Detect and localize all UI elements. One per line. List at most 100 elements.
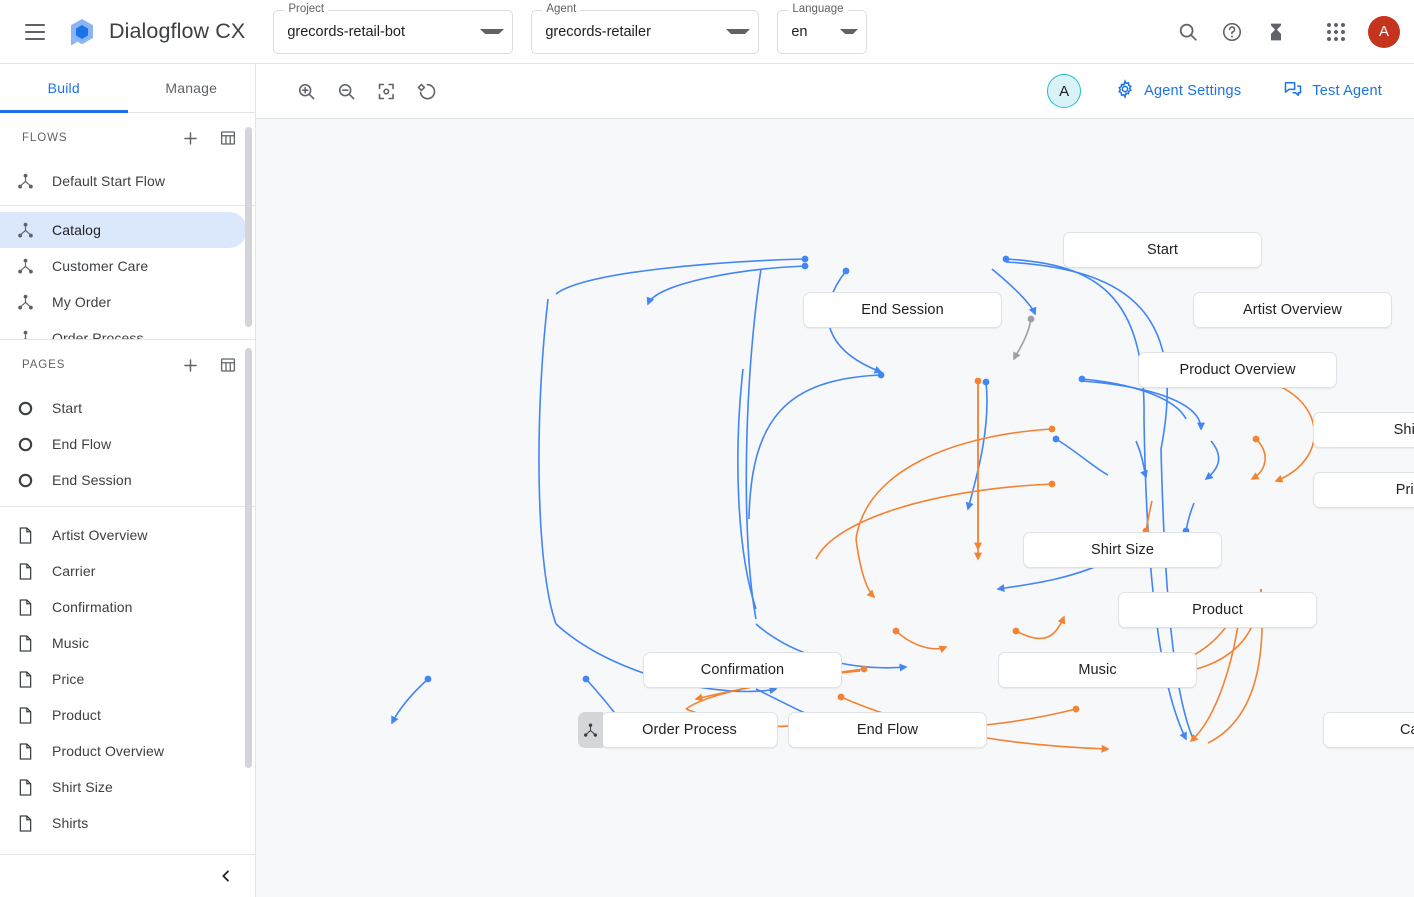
sidebar-page-start[interactable]: Start bbox=[0, 390, 247, 426]
agent-value: grecords-retailer bbox=[545, 24, 651, 40]
flows-scrollbar[interactable] bbox=[245, 127, 252, 327]
language-selector[interactable]: Language en bbox=[777, 10, 867, 54]
sidebar-flow-label: Customer Care bbox=[52, 258, 148, 274]
sidebar-page-label: Shirts bbox=[52, 815, 88, 831]
page-icon bbox=[14, 668, 36, 690]
sidebar-page-carrier[interactable]: Carrier bbox=[0, 553, 247, 589]
test-agent-button[interactable]: Test Agent bbox=[1275, 73, 1390, 109]
search-icon[interactable] bbox=[1166, 10, 1210, 54]
chevron-left-icon[interactable] bbox=[213, 863, 239, 889]
graph-node-label: Start bbox=[1147, 242, 1178, 258]
sidebar-page-label: End Flow bbox=[52, 436, 111, 452]
agent-avatar[interactable]: A bbox=[1047, 74, 1081, 108]
hamburger-menu-icon[interactable] bbox=[18, 15, 52, 49]
language-label: Language bbox=[788, 3, 847, 15]
sidebar-flow-label: Order Process bbox=[52, 330, 144, 340]
header-actions: A bbox=[1166, 10, 1400, 54]
sidebar-page-product[interactable]: Product bbox=[0, 697, 247, 733]
graph-node-carrier[interactable]: Carrier bbox=[1323, 712, 1414, 748]
sidebar-page-label: Price bbox=[52, 671, 84, 687]
sidebar-page-end-flow[interactable]: End Flow bbox=[0, 426, 247, 462]
graph-node-label: Confirmation bbox=[701, 662, 784, 678]
chat-icon bbox=[1283, 79, 1303, 103]
flow-icon bbox=[14, 327, 36, 340]
flows-table-view-icon[interactable] bbox=[215, 125, 241, 151]
canvas-toolbar: A Agent Settings bbox=[256, 64, 1414, 119]
sidebar-page-confirmation[interactable]: Confirmation bbox=[0, 589, 247, 625]
project-selector[interactable]: Project grecords-retail-bot bbox=[273, 10, 513, 54]
graph-node-product-overview[interactable]: Product Overview bbox=[1138, 352, 1337, 388]
flows-panel: FLOWS bbox=[0, 113, 255, 340]
graph-node-label: End Session bbox=[861, 302, 944, 318]
page-icon bbox=[14, 812, 36, 834]
dialogflow-logo-icon bbox=[66, 16, 98, 48]
main-area: A Agent Settings bbox=[256, 64, 1414, 897]
graph-node-label: Shirts bbox=[1394, 422, 1414, 438]
flows-section-title: FLOWS bbox=[22, 132, 67, 144]
pages-table-view-icon[interactable] bbox=[215, 352, 241, 378]
top-header: Dialogflow CX Project grecords-retail-bo… bbox=[0, 0, 1414, 64]
graph-node-shirts[interactable]: Shirts bbox=[1313, 412, 1414, 448]
graph-node-end-session[interactable]: End Session bbox=[803, 292, 1002, 328]
flow-icon bbox=[14, 255, 36, 277]
apps-grid-icon[interactable] bbox=[1314, 10, 1358, 54]
sidebar-flow-order-process[interactable]: Order Process bbox=[0, 320, 247, 340]
body: Build Manage FLOWS bbox=[0, 64, 1414, 897]
sidebar-page-product-overview[interactable]: Product Overview bbox=[0, 733, 247, 769]
zoom-in-icon[interactable] bbox=[286, 71, 326, 111]
sidebar-page-label: Product Overview bbox=[52, 743, 164, 759]
graph-node-label: Carrier bbox=[1400, 722, 1414, 738]
sidebar-page-label: Shirt Size bbox=[52, 779, 113, 795]
graph-node-end-flow[interactable]: End Flow bbox=[788, 712, 987, 748]
sidebar-page-end-session[interactable]: End Session bbox=[0, 462, 247, 498]
sidebar-flow-my-order[interactable]: My Order bbox=[0, 284, 247, 320]
sidebar-page-label: Music bbox=[52, 635, 89, 651]
graph-node-label: Artist Overview bbox=[1243, 302, 1342, 318]
graph-node-confirmation[interactable]: Confirmation bbox=[643, 652, 842, 688]
add-flow-button[interactable] bbox=[177, 125, 203, 151]
graph-node-price[interactable]: Price bbox=[1313, 472, 1414, 508]
zoom-out-icon[interactable] bbox=[326, 71, 366, 111]
sidebar-page-shirts[interactable]: Shirts bbox=[0, 805, 247, 841]
sidebar-page-music[interactable]: Music bbox=[0, 625, 247, 661]
agent-settings-label: Agent Settings bbox=[1144, 83, 1241, 99]
graph-node-artist-overview[interactable]: Artist Overview bbox=[1193, 292, 1392, 328]
graph-node-shirt-size[interactable]: Shirt Size bbox=[1023, 532, 1222, 568]
sidebar-page-label: End Session bbox=[52, 472, 132, 488]
sidebar-flow-catalog[interactable]: Catalog bbox=[0, 212, 247, 248]
pages-scrollbar[interactable] bbox=[245, 348, 252, 768]
add-page-button[interactable] bbox=[177, 352, 203, 378]
graph-node-product[interactable]: Product bbox=[1118, 592, 1317, 628]
fit-to-screen-icon[interactable] bbox=[366, 71, 406, 111]
sidebar-page-price[interactable]: Price bbox=[0, 661, 247, 697]
sidebar-page-shirt-size[interactable]: Shirt Size bbox=[0, 769, 247, 805]
sidebar-page-artist-overview[interactable]: Artist Overview bbox=[0, 517, 247, 553]
sidebar-flow-default-start-flow[interactable]: Default Start Flow bbox=[0, 163, 247, 199]
sidebar-flow-customer-care[interactable]: Customer Care bbox=[0, 248, 247, 284]
agent-selector[interactable]: Agent grecords-retailer bbox=[531, 10, 759, 54]
agent-settings-button[interactable]: Agent Settings bbox=[1107, 73, 1249, 109]
sidebar-page-label: Product bbox=[52, 707, 101, 723]
tab-manage[interactable]: Manage bbox=[128, 64, 256, 112]
pages-panel: PAGES bbox=[0, 340, 255, 855]
sidebar-page-label: Carrier bbox=[52, 563, 95, 579]
avatar[interactable]: A bbox=[1368, 16, 1400, 48]
reset-rotate-icon[interactable] bbox=[406, 71, 446, 111]
graph-node-label: Price bbox=[1396, 482, 1414, 498]
flow-canvas[interactable]: Start End Session Artist Overview Produc… bbox=[256, 119, 1414, 897]
graph-node-order-process[interactable]: Order Process bbox=[601, 712, 778, 748]
hourglass-icon[interactable] bbox=[1254, 10, 1298, 54]
graph-node-music[interactable]: Music bbox=[998, 652, 1197, 688]
sidebar-flow-label: Catalog bbox=[52, 222, 101, 238]
graph-node-start[interactable]: Start bbox=[1063, 232, 1262, 268]
page-icon bbox=[14, 704, 36, 726]
sidebar-flow-label: My Order bbox=[52, 294, 111, 310]
sidebar-page-label: Start bbox=[52, 400, 82, 416]
help-icon[interactable] bbox=[1210, 10, 1254, 54]
tab-build[interactable]: Build bbox=[0, 64, 128, 112]
circle-icon bbox=[14, 469, 36, 491]
graph-node-label: Shirt Size bbox=[1091, 542, 1154, 558]
chevron-down-icon bbox=[726, 29, 750, 34]
sidebar-page-label: Artist Overview bbox=[52, 527, 148, 543]
circle-icon bbox=[14, 397, 36, 419]
